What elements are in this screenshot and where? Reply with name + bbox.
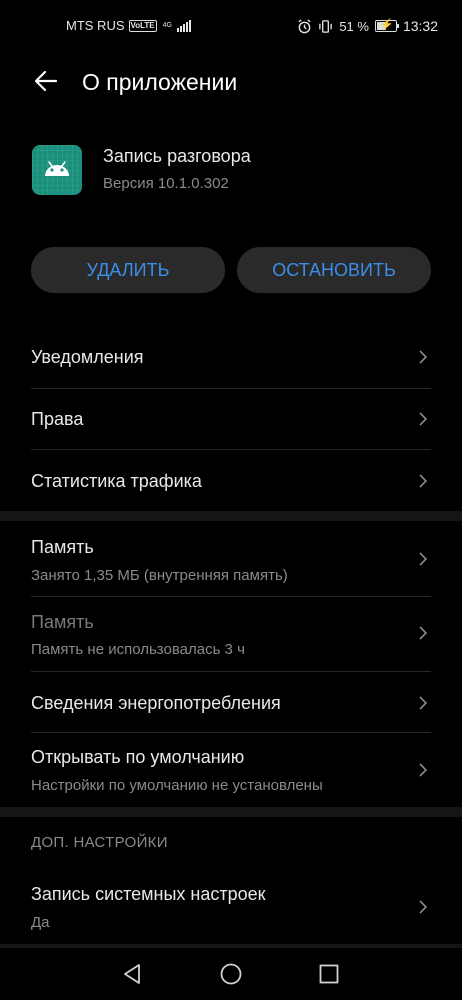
uninstall-button[interactable]: УДАЛИТЬ — [31, 247, 225, 293]
section-gap — [0, 807, 462, 817]
open-by-default-item[interactable]: Открывать по умолчанию Настройки по умол… — [0, 733, 462, 807]
write-system-settings-item[interactable]: Запись системных настроек Да — [0, 868, 462, 944]
item-label: Память — [31, 537, 94, 557]
item-subtitle: Память не использовалась 3 ч — [31, 641, 245, 658]
battery-percent: 51 % — [339, 18, 369, 34]
chevron-right-icon — [419, 552, 428, 566]
app-version: Версия 10.1.0.302 — [103, 175, 229, 192]
network-type: 4G — [162, 22, 172, 29]
item-label: Память — [31, 612, 94, 632]
permissions-item[interactable]: Права — [0, 389, 462, 450]
data-usage-item[interactable]: Статистика трафика — [0, 450, 462, 511]
item-label: Запись системных настроек — [31, 884, 266, 904]
chevron-right-icon — [419, 900, 428, 914]
item-subtitle: Занято 1,35 МБ (внутренняя память) — [31, 567, 288, 584]
chevron-right-icon — [419, 763, 428, 777]
status-right: 51 % ⚡ 13:32 — [297, 18, 438, 34]
storage-item[interactable]: Память Занято 1,35 МБ (внутренняя память… — [0, 521, 462, 596]
nav-home-icon[interactable] — [219, 962, 243, 986]
page-title: О приложении — [82, 69, 238, 95]
item-label: Уведомления — [31, 347, 144, 367]
item-label: Открывать по умолчанию — [31, 747, 245, 767]
chevron-right-icon — [419, 350, 428, 364]
battery-icon: ⚡ — [374, 19, 399, 32]
app-icon — [32, 145, 82, 195]
chevron-right-icon — [419, 412, 428, 426]
alarm-icon — [298, 18, 311, 33]
app-name: Запись разговора — [103, 146, 251, 166]
battery-usage-item[interactable]: Сведения энергопотребления — [0, 672, 462, 732]
memory-item[interactable]: Память Память не использовалась 3 ч — [0, 597, 462, 671]
chevron-right-icon — [419, 626, 428, 640]
vibrate-icon — [319, 19, 333, 33]
navigation-bar — [0, 948, 462, 1000]
section-gap — [0, 511, 462, 521]
app-bar: О приложении — [0, 60, 462, 104]
android-robot-icon — [32, 145, 82, 195]
back-arrow-icon[interactable] — [32, 67, 60, 95]
section-header-advanced: ДОП. НАСТРОЙКИ — [31, 834, 168, 851]
item-subtitle: Настройки по умолчанию не установлены — [31, 777, 323, 794]
item-label: Права — [31, 409, 84, 429]
clock: 13:32 — [402, 18, 438, 34]
carrier-name: MTS RUS — [66, 18, 125, 33]
volte-badge: VoLTE — [128, 19, 157, 32]
item-subtitle: Да — [31, 914, 50, 931]
chevron-right-icon — [419, 474, 428, 488]
notifications-item[interactable]: Уведомления — [0, 327, 462, 389]
signal-icon — [177, 19, 191, 32]
force-stop-button[interactable]: ОСТАНОВИТЬ — [237, 247, 431, 293]
item-label: Статистика трафика — [31, 471, 202, 491]
nav-recents-icon[interactable] — [317, 962, 341, 986]
status-bar: MTS RUS VoLTE 4G 51 % ⚡ 13:32 — [0, 0, 462, 52]
status-left: MTS RUS VoLTE 4G — [66, 18, 191, 33]
chevron-right-icon — [419, 696, 428, 710]
nav-back-icon[interactable] — [120, 962, 144, 986]
item-label: Сведения энергопотребления — [31, 693, 281, 713]
